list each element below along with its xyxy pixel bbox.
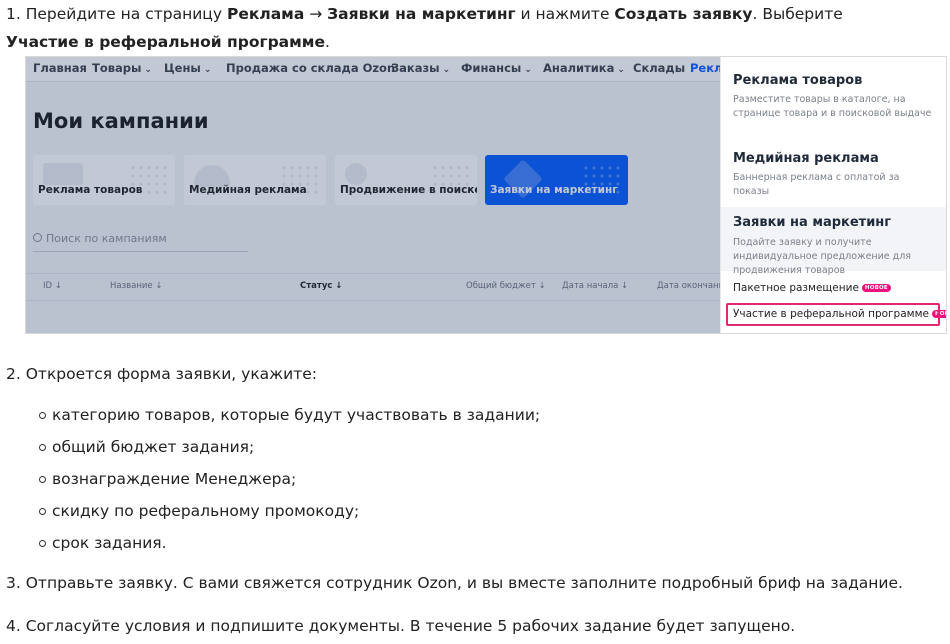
menu-link-batch-placement[interactable]: Пакетное размещение НОВОЕ — [733, 282, 891, 294]
step-1-number: 1. — [6, 5, 21, 23]
menu-item-product-ads-desc: Разместите товары в каталоге, на страниц… — [733, 94, 932, 119]
step-3: 3. Отправьте заявку. С вами свяжется сот… — [6, 574, 903, 592]
step-1-bold-create: Создать заявку — [614, 5, 753, 23]
new-badge: НОВОЕ — [861, 284, 891, 292]
step-1-text-c: . Выберите — [752, 5, 843, 23]
menu-item-media-ads-desc: Баннерная реклама с оплатой за показы — [733, 172, 900, 197]
menu-item-marketing-title: Заявки на маркетинг — [733, 215, 892, 230]
step-1-text-b: и нажмите — [515, 5, 615, 23]
step-1-bold-ads: Реклама — [226, 5, 305, 23]
list-item: категорию товаров, которые будут участво… — [38, 406, 541, 424]
step-1-bold-requests: Заявки на маркетинг — [327, 5, 516, 23]
step-4: 4. Согласуйте условия и подпишите докуме… — [6, 617, 796, 635]
embedded-screenshot: Главная Товары ⌄ Цены ⌄ Продажа со склада … — [25, 56, 947, 334]
step-2: 2. Откроется форма заявки, укажите: — [6, 365, 318, 383]
menu-item-product-ads[interactable]: Реклама товаров — [733, 73, 862, 88]
menu-item-marketing-desc: Подайте заявку и получите индивидуальное… — [733, 237, 912, 276]
list-item: скидку по реферальному промокоду; — [38, 502, 360, 520]
menu-item-marketing-requests[interactable]: Заявки на маркетинг Подайте заявку и пол… — [721, 207, 946, 276]
list-item: общий бюджет задания; — [38, 438, 255, 456]
ozon-app: Главная Товары ⌄ Цены ⌄ Продажа со склада … — [26, 57, 729, 333]
menu-item-media-ads[interactable]: Медийная реклама — [733, 151, 879, 166]
step-1-text-a: Перейдите на страницу — [20, 5, 227, 23]
step-1-bold-referral: Участие в реферальной программе — [6, 33, 325, 51]
step-1-text-d: . — [324, 33, 330, 51]
step-1: 1. Перейдите на страницу Реклама → Заявк… — [6, 0, 886, 56]
modal-overlay — [26, 57, 720, 333]
step-1-arrow: → — [304, 5, 328, 23]
list-item: срок задания. — [39, 534, 167, 552]
create-request-menu: Реклама товаров Разместите товары в ката… — [720, 57, 946, 333]
list-item: вознаграждение Менеджера; — [38, 470, 297, 488]
highlight-box — [726, 303, 940, 326]
